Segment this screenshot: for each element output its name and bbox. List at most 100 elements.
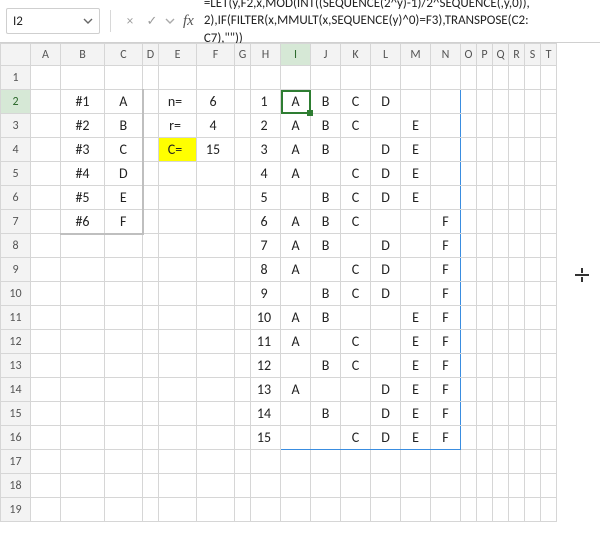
cell-M7[interactable] <box>401 210 431 234</box>
cell-P9[interactable] <box>477 258 493 282</box>
cell-Q10[interactable] <box>493 282 509 306</box>
cell-H3[interactable]: 2 <box>251 114 281 138</box>
cell-R9[interactable] <box>509 258 525 282</box>
cell-R4[interactable] <box>509 138 525 162</box>
cell-M17[interactable] <box>401 450 431 474</box>
cell-L1[interactable] <box>371 66 401 90</box>
cell-E7[interactable] <box>159 210 197 234</box>
cell-G5[interactable] <box>235 162 251 186</box>
cell-N11[interactable]: F <box>431 306 461 330</box>
cell-C18[interactable] <box>105 474 143 498</box>
row-header-17[interactable]: 17 <box>1 450 31 474</box>
cell-M15[interactable]: E <box>401 402 431 426</box>
cell-J18[interactable] <box>311 474 341 498</box>
cell-F18[interactable] <box>197 474 235 498</box>
cell-S10[interactable] <box>525 282 541 306</box>
cell-N16[interactable]: F <box>431 426 461 450</box>
cell-M16[interactable]: E <box>401 426 431 450</box>
cell-S3[interactable] <box>525 114 541 138</box>
cell-N2[interactable] <box>431 90 461 114</box>
cell-K17[interactable] <box>341 450 371 474</box>
row-header-1[interactable]: 1 <box>1 66 31 90</box>
cell-F6[interactable] <box>197 186 235 210</box>
cell-J13[interactable]: B <box>311 354 341 378</box>
cell-F10[interactable] <box>197 282 235 306</box>
cell-F4[interactable]: 15 <box>197 138 235 162</box>
cell-I11[interactable]: A <box>281 306 311 330</box>
cell-M4[interactable]: E <box>401 138 431 162</box>
col-header-Q[interactable]: Q <box>493 44 509 66</box>
row-header-13[interactable]: 13 <box>1 354 31 378</box>
cell-A5[interactable] <box>31 162 61 186</box>
cell-E19[interactable] <box>159 498 197 522</box>
cell-D14[interactable] <box>143 378 159 402</box>
cell-N19[interactable] <box>431 498 461 522</box>
col-header-A[interactable]: A <box>31 44 61 66</box>
cell-D1[interactable] <box>143 66 159 90</box>
cell-F9[interactable] <box>197 258 235 282</box>
cell-Q11[interactable] <box>493 306 509 330</box>
cell-B14[interactable] <box>61 378 105 402</box>
cell-P17[interactable] <box>477 450 493 474</box>
cell-S2[interactable] <box>525 90 541 114</box>
cell-P3[interactable] <box>477 114 493 138</box>
cell-N8[interactable]: F <box>431 234 461 258</box>
cell-T10[interactable] <box>541 282 557 306</box>
cell-R15[interactable] <box>509 402 525 426</box>
cell-O18[interactable] <box>461 474 477 498</box>
cell-S14[interactable] <box>525 378 541 402</box>
cell-Q19[interactable] <box>493 498 509 522</box>
cell-H19[interactable] <box>251 498 281 522</box>
cell-H16[interactable]: 15 <box>251 426 281 450</box>
cell-P7[interactable] <box>477 210 493 234</box>
cell-M5[interactable]: E <box>401 162 431 186</box>
cell-E8[interactable] <box>159 234 197 258</box>
cell-A11[interactable] <box>31 306 61 330</box>
cell-C14[interactable] <box>105 378 143 402</box>
cell-C19[interactable] <box>105 498 143 522</box>
cell-I13[interactable] <box>281 354 311 378</box>
cell-K14[interactable] <box>341 378 371 402</box>
cell-B2[interactable]: #1 <box>61 90 105 114</box>
cell-J16[interactable] <box>311 426 341 450</box>
cell-M1[interactable] <box>401 66 431 90</box>
name-box[interactable]: I2 <box>6 8 100 34</box>
cell-T17[interactable] <box>541 450 557 474</box>
cell-J15[interactable]: B <box>311 402 341 426</box>
cell-Q16[interactable] <box>493 426 509 450</box>
row-header-18[interactable]: 18 <box>1 474 31 498</box>
cell-K4[interactable] <box>341 138 371 162</box>
cell-R2[interactable] <box>509 90 525 114</box>
cell-S4[interactable] <box>525 138 541 162</box>
cell-B16[interactable] <box>61 426 105 450</box>
cell-A17[interactable] <box>31 450 61 474</box>
cell-F17[interactable] <box>197 450 235 474</box>
cell-F2[interactable]: 6 <box>197 90 235 114</box>
cell-D8[interactable] <box>143 234 159 258</box>
cell-H9[interactable]: 8 <box>251 258 281 282</box>
cell-D7[interactable] <box>143 210 159 234</box>
col-header-D[interactable]: D <box>143 44 159 66</box>
cell-M8[interactable] <box>401 234 431 258</box>
cell-H14[interactable]: 13 <box>251 378 281 402</box>
cell-P8[interactable] <box>477 234 493 258</box>
cell-N1[interactable] <box>431 66 461 90</box>
cell-I18[interactable] <box>281 474 311 498</box>
cell-E17[interactable] <box>159 450 197 474</box>
cell-P1[interactable] <box>477 66 493 90</box>
col-header-N[interactable]: N <box>431 44 461 66</box>
cell-T12[interactable] <box>541 330 557 354</box>
cell-I14[interactable]: A <box>281 378 311 402</box>
cell-Q17[interactable] <box>493 450 509 474</box>
cell-M11[interactable]: E <box>401 306 431 330</box>
cell-E5[interactable] <box>159 162 197 186</box>
col-header-C[interactable]: C <box>105 44 143 66</box>
cell-C17[interactable] <box>105 450 143 474</box>
cell-C10[interactable] <box>105 282 143 306</box>
cell-Q12[interactable] <box>493 330 509 354</box>
cell-P19[interactable] <box>477 498 493 522</box>
cell-A4[interactable] <box>31 138 61 162</box>
cell-A6[interactable] <box>31 186 61 210</box>
cell-J7[interactable]: B <box>311 210 341 234</box>
cell-B13[interactable] <box>61 354 105 378</box>
